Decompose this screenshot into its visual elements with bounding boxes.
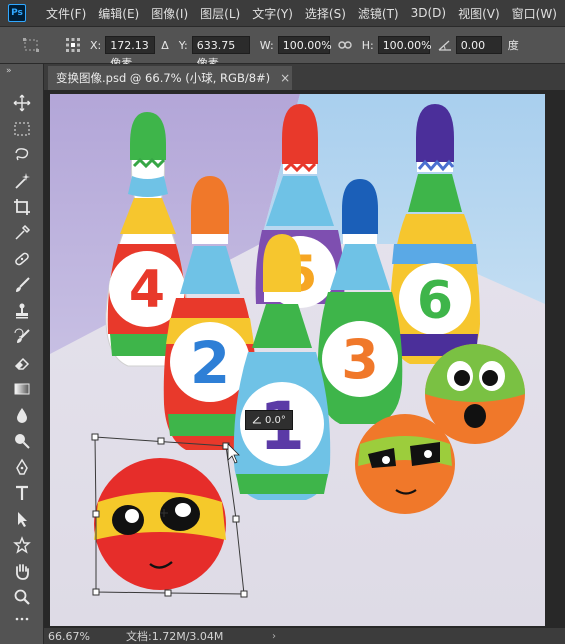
crop-icon[interactable] (10, 196, 34, 218)
menu-3d[interactable]: 3D(D) (405, 6, 452, 20)
brush-icon[interactable] (10, 274, 34, 296)
document-tab-bar: 变换图像.psd @ 66.7% (小球, RGB/8#) × (44, 64, 565, 90)
rotation-angle-tooltip: 0.0° (245, 410, 293, 430)
height-field[interactable]: 100.00% (377, 36, 432, 54)
h-label: H: (361, 38, 374, 52)
blur-icon[interactable] (10, 404, 34, 426)
status-bar: 66.67% 文档:1.72M/3.04M › (44, 628, 565, 644)
red-ball[interactable] (94, 458, 226, 590)
transform-handle[interactable] (157, 437, 165, 445)
link-icon[interactable] (338, 40, 352, 50)
orange-ball (355, 414, 455, 514)
x-field[interactable]: 172.13 像素 (105, 36, 156, 70)
shape-icon[interactable] (10, 534, 34, 556)
zoom-icon[interactable] (10, 586, 34, 608)
magic-wand-icon[interactable] (10, 170, 34, 192)
status-menu-arrow-icon[interactable]: › (272, 631, 276, 642)
healing-brush-icon[interactable] (10, 248, 34, 270)
angle-unit: 度 (507, 39, 519, 52)
menu-filter[interactable]: 滤镜(T) (352, 5, 405, 22)
marquee-icon[interactable] (10, 118, 34, 140)
close-tab-icon[interactable]: × (280, 71, 290, 85)
reference-point-icon[interactable] (66, 38, 80, 52)
more-tools-icon[interactable] (10, 614, 34, 624)
angle-icon (252, 416, 261, 424)
lasso-icon[interactable] (10, 144, 34, 166)
pin-6-number: 6 (417, 271, 453, 331)
options-bar: X: 172.13 像素 Δ Y: 633.75 像素 W: 100.00% H… (0, 26, 565, 70)
pen-icon[interactable] (10, 456, 34, 478)
width-field[interactable]: 100.00% (277, 36, 332, 54)
transform-handle[interactable] (92, 588, 100, 596)
eraser-icon[interactable] (10, 352, 34, 374)
history-brush-icon[interactable] (10, 326, 34, 348)
menu-select[interactable]: 选择(S) (299, 5, 352, 22)
tools-panel: » (0, 64, 44, 644)
transform-handle[interactable] (91, 433, 99, 441)
transform-handle[interactable] (240, 590, 248, 598)
photoshop-logo: Ps (8, 4, 26, 22)
menu-layer[interactable]: 图层(L) (194, 5, 246, 22)
collapse-panel-icon[interactable]: » (0, 64, 43, 80)
rotate-angle-icon (438, 39, 452, 51)
y-label: Y: (178, 38, 188, 52)
pin-3-number: 3 (341, 328, 379, 391)
gradient-icon[interactable] (10, 378, 34, 400)
menu-edit[interactable]: 编辑(E) (92, 5, 145, 22)
document-tab[interactable]: 变换图像.psd @ 66.7% (小球, RGB/8#) × (48, 66, 292, 90)
dodge-icon[interactable] (10, 430, 34, 452)
eyedropper-icon[interactable] (10, 222, 34, 244)
document-tab-title: 变换图像.psd @ 66.7% (小球, RGB/8#) (56, 71, 271, 85)
y-field[interactable]: 633.75 像素 (191, 36, 250, 70)
transform-tool-icon[interactable] (22, 38, 40, 52)
transform-handle[interactable] (92, 510, 100, 518)
document-size-info[interactable]: 文档:1.72M/3.04M (126, 628, 272, 644)
transform-handle[interactable] (232, 515, 240, 523)
menu-image[interactable]: 图像(I) (145, 5, 194, 22)
path-selection-icon[interactable] (10, 508, 34, 530)
x-label: X: (90, 38, 102, 52)
clone-stamp-icon[interactable] (10, 300, 34, 322)
menu-file[interactable]: 文件(F) (40, 5, 92, 22)
hand-icon[interactable] (10, 560, 34, 582)
menu-view[interactable]: 视图(V) (452, 5, 506, 22)
menu-bar: Ps 文件(F) 编辑(E) 图像(I) 图层(L) 文字(Y) 选择(S) 滤… (0, 0, 565, 26)
rotation-angle-value: 0.0° (265, 414, 286, 426)
zoom-level[interactable]: 66.67% (48, 630, 126, 643)
pin-4-number: 4 (129, 260, 165, 320)
pin-2-number: 2 (190, 329, 230, 397)
image-canvas[interactable]: 4 5 6 (50, 94, 545, 626)
menu-type[interactable]: 文字(Y) (246, 5, 299, 22)
angle-field[interactable]: 0.00 (455, 36, 502, 54)
menu-window[interactable]: 窗口(W) (506, 5, 563, 22)
type-icon[interactable] (10, 482, 34, 504)
workspace: 4 5 6 (44, 90, 565, 628)
move-icon[interactable] (10, 92, 34, 114)
w-label: W: (259, 38, 274, 52)
relative-position-icon[interactable]: Δ (161, 39, 169, 52)
transform-handle[interactable] (164, 589, 172, 597)
